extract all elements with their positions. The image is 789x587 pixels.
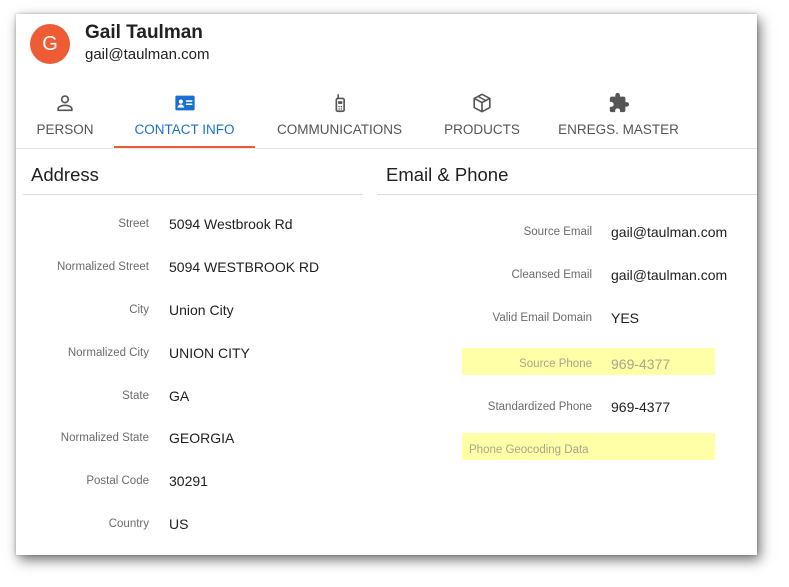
contact-card-icon: [174, 95, 195, 111]
field-label: Country: [108, 518, 149, 530]
puzzle-icon: [609, 92, 629, 113]
tab-person[interactable]: PERSON: [30, 90, 100, 148]
field-value: Union City: [169, 302, 234, 318]
email-phone-section-divider: [377, 194, 757, 195]
field-label: Source Phone: [519, 358, 592, 370]
field-label: Normalized Street: [56, 261, 149, 273]
field-label: Source Email: [523, 226, 592, 238]
field-label: Standardized Phone: [487, 401, 592, 413]
field-label: Cleansed Email: [511, 269, 592, 281]
avatar: G: [30, 24, 70, 64]
field-label: Postal Code: [86, 475, 149, 487]
field-value: 969-4377: [611, 356, 671, 372]
contact-card: G Gail Taulman gail@taulman.com PERSON C…: [16, 14, 757, 555]
user-name: Gail Taulman: [85, 22, 203, 43]
tab-enregs-master[interactable]: ENREGS. MASTER: [558, 90, 679, 148]
tab-contact-info-label: CONTACT INFO: [134, 122, 235, 137]
tab-enregs-master-label: ENREGS. MASTER: [558, 122, 679, 137]
field-value: 5094 Westbrook Rd: [169, 216, 293, 232]
field-label: Phone Geocoding Data: [469, 444, 589, 456]
field-value: 969-4377: [611, 399, 671, 415]
field-value: gail@taulman.com: [611, 224, 728, 240]
tabs-divider: [16, 148, 757, 149]
field-value: 5094 WESTBROOK RD: [169, 259, 320, 275]
field-value: UNION CITY: [169, 345, 250, 361]
field-value: GA: [169, 388, 190, 404]
field-label: City: [129, 304, 149, 316]
tab-person-label: PERSON: [36, 122, 94, 137]
field-label: State: [122, 390, 149, 402]
field-label: Street: [118, 218, 149, 230]
tab-products[interactable]: PRODUCTS: [441, 90, 523, 148]
field-value: GEORGIA: [169, 430, 235, 446]
field-label: Normalized State: [60, 432, 149, 444]
field-value: YES: [611, 310, 640, 326]
address-section-title: Address: [31, 164, 99, 185]
email-phone-section-title: Email & Phone: [386, 164, 509, 185]
box-icon: [473, 93, 491, 113]
phone-icon: [335, 94, 345, 113]
tab-communications[interactable]: COMMUNICATIONS: [274, 90, 405, 148]
tab-communications-label: COMMUNICATIONS: [277, 122, 402, 137]
user-email: gail@taulman.com: [85, 46, 210, 63]
field-label: Valid Email Domain: [492, 312, 593, 324]
field-value: 30291: [169, 473, 208, 489]
field-value: US: [169, 516, 189, 532]
address-section-divider: [23, 194, 363, 195]
field-label: Normalized City: [67, 347, 149, 359]
field-value: gail@taulman.com: [611, 267, 728, 283]
person-icon: [57, 95, 73, 112]
tab-products-label: PRODUCTS: [444, 122, 520, 137]
tab-contact-info[interactable]: CONTACT INFO: [114, 90, 255, 148]
